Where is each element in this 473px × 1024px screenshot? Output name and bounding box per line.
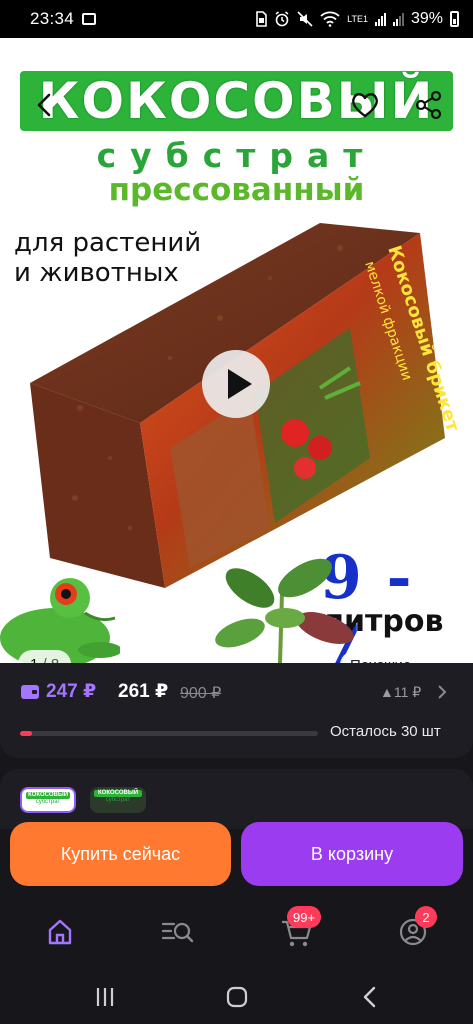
bottom-tab-bar: 99+ 2 <box>0 890 473 972</box>
stock-progress-fill <box>20 731 32 736</box>
battery-icon <box>450 11 459 27</box>
image-title-text: КОКОСОВЫЙ <box>38 72 435 130</box>
price-change: ▲11 ₽ <box>380 684 422 700</box>
home-button-icon[interactable] <box>222 984 252 1010</box>
wifi-icon <box>320 11 340 27</box>
image-subtitle-substrate: субстрат <box>96 136 377 175</box>
buy-now-button[interactable]: Купить сейчас <box>10 822 231 886</box>
stock-progress-bar <box>20 731 318 736</box>
sim-icon <box>256 11 267 27</box>
catalog-search-icon[interactable] <box>158 912 198 952</box>
variant-thumb[interactable]: КОКОСОВЫЙ субстрат <box>90 787 146 813</box>
variant-thumb-selected[interactable]: КОКОСОВЫЙ субстрат <box>20 787 76 813</box>
back-button-icon[interactable] <box>356 984 386 1010</box>
variant-thumb-banner-text: КОКОСОВЫЙ <box>27 792 69 798</box>
signal-icon <box>374 12 386 26</box>
recent-apps-icon[interactable] <box>90 984 120 1010</box>
image-counter-total: 8 <box>51 656 59 664</box>
mute-icon <box>297 11 313 27</box>
chevron-right-icon[interactable] <box>434 683 450 701</box>
status-bar: 23:34 LTE1 39% <box>0 0 473 38</box>
price-card[interactable]: 247 ₽ 261 ₽ 900 ₽ ▲11 ₽ Осталось 30 шт <box>0 663 473 758</box>
add-to-cart-button[interactable]: В корзину <box>241 822 463 886</box>
profile-badge: 2 <box>415 906 437 928</box>
variant-thumb-banner-text: КОКОСОВЫЙ <box>97 790 139 796</box>
share-icon[interactable] <box>414 90 444 120</box>
frog-illustration <box>0 578 120 663</box>
image-counter: 1 / 8 <box>18 650 72 664</box>
similar-products-link[interactable]: Похожие › <box>340 651 431 663</box>
play-video-button[interactable] <box>202 350 270 418</box>
status-right-group: LTE1 39% <box>255 10 459 28</box>
variant-thumb-banner: КОКОСОВЫЙ <box>26 792 70 799</box>
variant-thumb-text: субстрат <box>105 797 131 803</box>
image-title-banner: КОКОСОВЫЙ <box>20 71 453 131</box>
product-image-gallery[interactable]: КОКОСОВЫЙ субстрат прессованный для раст… <box>0 38 473 663</box>
status-time: 23:34 <box>30 9 75 28</box>
system-navigation-bar <box>0 972 473 1024</box>
home-icon[interactable] <box>40 912 80 952</box>
image-subtitle-pressed: прессованный <box>108 172 365 208</box>
stock-remaining-text: Осталось 30 шт <box>330 723 441 740</box>
favorite-heart-icon[interactable] <box>350 90 380 120</box>
gallery-notification-icon <box>82 13 97 25</box>
variant-thumb-text: субстрат <box>35 799 61 805</box>
variant-thumb-banner: КОКОСОВЫЙ <box>94 790 142 797</box>
current-price: 261 ₽ <box>118 681 169 702</box>
app-root: 23:34 LTE1 39% КОКОСОВЫЙ субстрат прессо… <box>0 0 473 1024</box>
network-type-label: LTE1 <box>347 13 368 24</box>
variants-card: КОКОСОВЫЙ субстрат КОКОСОВЫЙ субстрат <box>0 769 473 829</box>
image-counter-current: 1 <box>30 656 38 664</box>
old-price: 900 ₽ <box>180 685 222 702</box>
cart-badge: 99+ <box>287 906 322 928</box>
plant-illustration <box>215 558 354 663</box>
signal-icon-2 <box>392 12 404 26</box>
wallet-icon <box>21 685 39 699</box>
wallet-price: 247 ₽ <box>46 681 97 702</box>
alarm-icon <box>275 11 289 27</box>
battery-percent: 39% <box>410 10 443 27</box>
image-counter-separator: / <box>38 656 51 664</box>
back-arrow-icon[interactable] <box>30 90 60 120</box>
